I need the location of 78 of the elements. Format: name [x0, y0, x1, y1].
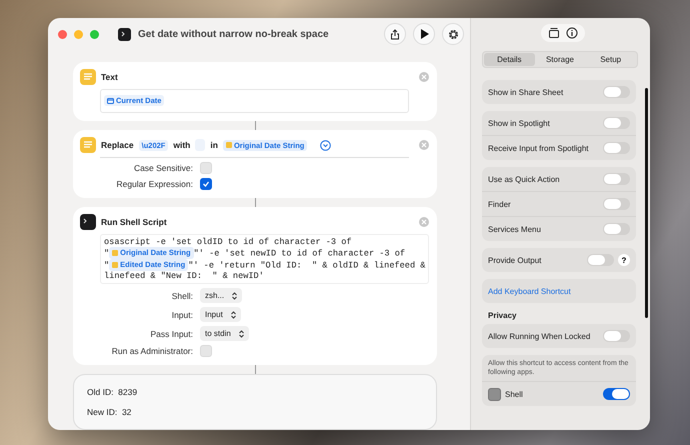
option-label: Pass Input:	[149, 328, 193, 338]
script-field[interactable]	[100, 234, 429, 284]
script-text: "	[104, 248, 110, 258]
close-icon[interactable]	[419, 72, 429, 82]
segment-tab[interactable]: Details	[484, 53, 535, 66]
updown-icon	[232, 292, 238, 300]
terminal-icon	[118, 28, 131, 40]
setting-label: Receive Input from Spotlight	[488, 144, 590, 152]
chevron-circle-icon[interactable]	[320, 140, 332, 150]
setting-label: Show in Share Sheet	[488, 88, 564, 96]
option-label: Shell:	[170, 290, 193, 300]
share-icon	[390, 28, 400, 40]
option-label: Case Sensitive:	[132, 163, 193, 173]
info-icon	[566, 27, 578, 39]
window-title: Get date without narrow no-break space	[138, 28, 330, 40]
script-text: osascript -e 'set oldID to id of character -3 of	[104, 237, 352, 247]
option-label: Run as Administrator:	[110, 346, 193, 356]
toggle-switch[interactable]	[587, 254, 614, 266]
setting-label: Show in Spotlight	[488, 118, 551, 128]
document-icon	[80, 137, 96, 153]
window-icon	[548, 27, 560, 39]
settings-icon	[448, 28, 458, 40]
keyboard-shortcut-link[interactable]: Add Keyboard Shortcut	[488, 286, 630, 296]
zoom-button[interactable]	[90, 30, 99, 38]
settings-button[interactable]	[442, 23, 464, 45]
checkmark-icon	[202, 180, 210, 188]
close-icon[interactable]	[419, 217, 429, 227]
section-heading: Privacy	[488, 311, 518, 320]
toggle-switch[interactable]	[603, 223, 630, 235]
toggle-switch[interactable]	[603, 117, 630, 129]
updown-icon	[238, 330, 244, 338]
action-title: Run Shell Script	[101, 217, 167, 227]
calendar-icon	[107, 98, 114, 104]
toggle-switch[interactable]	[603, 330, 630, 342]
share-button[interactable]	[384, 23, 406, 45]
app-icon	[488, 388, 501, 400]
variable-icon	[226, 142, 232, 148]
help-button[interactable]: ?	[618, 254, 630, 266]
updown-icon	[230, 310, 236, 318]
result-line: New ID: 32	[87, 407, 132, 417]
action-label: Replace	[101, 140, 134, 150]
toggle-switch[interactable]	[603, 142, 630, 154]
script-text: "	[104, 260, 110, 270]
script-text: "' -e 'return "Old ID: " & oldID & linefeed &	[188, 260, 426, 270]
action-label: in	[210, 140, 218, 150]
option-label: Regular Expression:	[115, 179, 193, 189]
toggle-switch[interactable]	[603, 198, 630, 210]
popup-button[interactable]: to stdin	[200, 326, 249, 341]
setting-label: Finder	[488, 200, 512, 208]
setting-label: Allow Running When Locked	[488, 332, 592, 340]
setting-label: Shell	[505, 390, 524, 398]
toggle-switch[interactable]	[603, 173, 630, 185]
setting-label: Provide Output	[488, 256, 542, 264]
scroll-bar[interactable]	[645, 88, 648, 318]
setting-label: Use as Quick Action	[488, 174, 561, 184]
close-button[interactable]	[58, 30, 67, 38]
segment-tab[interactable]: Setup	[585, 53, 636, 66]
terminal-icon	[80, 214, 96, 230]
result-line: Old ID: 8239	[87, 387, 138, 397]
toggle-switch[interactable]	[603, 86, 630, 98]
toggle-switch[interactable]	[603, 388, 630, 400]
popup-button[interactable]: zsh...	[200, 288, 242, 303]
checkbox[interactable]	[200, 178, 212, 190]
popup-button[interactable]: Input	[200, 307, 241, 322]
info-button[interactable]	[566, 27, 578, 39]
minimize-button[interactable]	[74, 30, 83, 38]
library-button[interactable]	[548, 27, 560, 39]
script-text: linefeed & "New ID: " & newID'	[104, 271, 264, 281]
play-icon	[420, 29, 428, 39]
action-title: Text	[101, 72, 118, 82]
segment-tab[interactable]: Storage	[534, 53, 586, 66]
action-label: with	[173, 140, 190, 150]
script-text: "' -e 'set newID to id of character -3 of	[194, 248, 406, 258]
document-icon	[80, 69, 96, 85]
setting-label: Services Menu	[488, 224, 542, 234]
run-button[interactable]	[413, 23, 435, 45]
close-icon[interactable]	[419, 140, 429, 150]
option-label: Input:	[170, 310, 193, 320]
